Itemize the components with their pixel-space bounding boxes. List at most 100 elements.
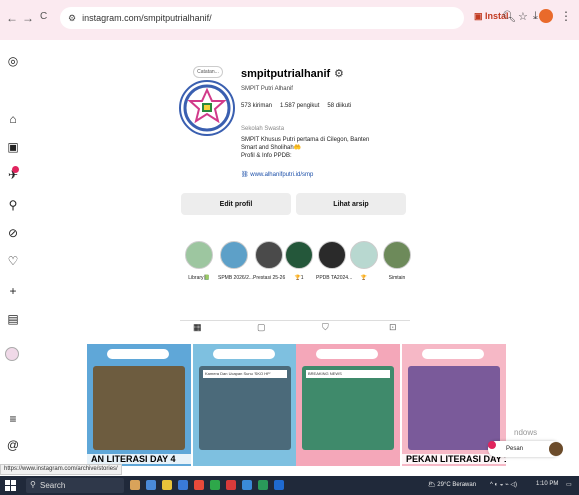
menu-icon[interactable]: ≡ [6, 412, 20, 426]
highlight-item[interactable]: 🏆1 [283, 241, 315, 281]
taskbar-app-icon[interactable] [242, 480, 252, 490]
profile-avatar[interactable] [5, 347, 19, 361]
post-logos-strip [107, 349, 169, 359]
profile-category: Sekolah Swasta [241, 126, 285, 132]
message-avatar[interactable] [549, 442, 563, 456]
highlight-item[interactable]: Prestasi 25-26 [253, 241, 285, 281]
highlight-item[interactable]: 🏆 [348, 241, 380, 281]
star-icon[interactable]: ☆ [518, 10, 528, 23]
highlight-cover [220, 241, 248, 269]
posts-count: 573 kiriman [241, 103, 273, 109]
taskbar-app-icon[interactable] [146, 480, 156, 490]
school-logo [179, 80, 235, 136]
system-tray-icons[interactable]: ^ ◐ ◒ ⌁ ◁) [490, 481, 517, 488]
settings-icon[interactable]: ⚙ [334, 67, 344, 80]
watermark-line: ndows [514, 428, 538, 437]
tagged-tab-icon[interactable]: ⊡ [389, 322, 397, 333]
create-icon[interactable]: + [6, 284, 20, 298]
post-logos-strip [316, 349, 378, 359]
posts-grid-icon[interactable]: ▦ [193, 322, 202, 333]
highlight-label: Library📗 [188, 275, 210, 281]
activate-windows-watermark: ndows [514, 428, 537, 437]
reels-tab-icon[interactable]: ▢ [257, 322, 266, 333]
instagram-sidebar: ◎ ⌂ ▣ ✈ ⚲ ⊘ ♡ + ▤ ≡ @ [0, 40, 24, 470]
explore-icon[interactable]: ⊘ [6, 226, 20, 240]
site-info-icon[interactable]: ⚙ [68, 13, 76, 24]
notifications-icon[interactable]: ▭ [566, 481, 572, 488]
note-bubble[interactable]: Catatan... [193, 66, 223, 78]
taskbar-search[interactable]: ⚲ Search [26, 478, 124, 493]
highlight-label: 🏆 [360, 275, 368, 281]
post-photo [199, 366, 291, 450]
saved-tab-icon[interactable]: ⛉ [322, 322, 329, 333]
heart-icon[interactable]: ♡ [6, 254, 20, 268]
post-photo [302, 366, 394, 450]
highlight-item[interactable]: Library📗 [183, 241, 215, 281]
download-icon[interactable]: ⤓ [533, 10, 538, 23]
post-inner-bar: BREAKING NEWS [306, 370, 390, 378]
messages-badge [488, 441, 496, 449]
highlight-item[interactable]: Simtain [381, 241, 413, 281]
forward-button[interactable]: → [22, 11, 34, 25]
profile-link[interactable]: ⛓ www.alhanifputri.id/smp [241, 171, 313, 178]
search-icon: ⚲ [30, 480, 36, 489]
threads-icon[interactable]: @ [6, 438, 20, 452]
highlight-label: PPDB TA2024... [316, 275, 353, 281]
highlight-cover [318, 241, 346, 269]
taskbar-app-icon[interactable] [226, 480, 236, 490]
post-thumbnail[interactable]: Kamera Dan Ucapan Sunu 'SKO HP' [193, 344, 297, 466]
taskbar-app-icon[interactable] [178, 480, 188, 490]
windows-taskbar: ⚲ Search 🌥 29°C Berawan ^ ◐ ◒ ⌁ ◁) 1:10 … [0, 476, 579, 495]
post-thumbnail[interactable]: AN LITERASI DAY 4 [87, 344, 191, 466]
back-button[interactable]: ← [6, 11, 18, 25]
windows-start-button[interactable] [5, 480, 16, 491]
weather-widget[interactable]: 🌥 29°C Berawan [428, 481, 476, 488]
taskbar-app-icon[interactable] [210, 480, 220, 490]
taskbar-app-icon[interactable] [162, 480, 172, 490]
messages-label: Pesan [506, 446, 524, 452]
dashboard-icon[interactable]: ▤ [6, 312, 20, 326]
profile-real-name: SMPIT Putri Alhanif [241, 86, 293, 92]
zoom-icon[interactable]: 🔍︎ [502, 10, 516, 23]
highlight-cover [350, 241, 378, 269]
browser-profile-avatar[interactable] [539, 9, 553, 23]
view-archive-button[interactable]: Lihat arsip [296, 193, 406, 215]
highlight-label: 🏆1 [294, 275, 304, 281]
instagram-icon[interactable]: ◎ [6, 54, 20, 68]
profile-photo[interactable]: Catatan... [179, 66, 235, 156]
followers-count[interactable]: 1.587 pengikut [280, 103, 319, 109]
profile-link-text: www.alhanifputri.id/smp [250, 172, 314, 178]
profile-stats: 573 kiriman 1.587 pengikut 58 diikuti [241, 103, 351, 109]
highlight-label: Simtain [388, 275, 406, 281]
post-thumbnail[interactable]: BREAKING NEWS [296, 344, 400, 466]
highlight-cover [185, 241, 213, 269]
highlight-item[interactable]: PPDB TA2024... [316, 241, 353, 281]
address-bar[interactable]: ⚙ instagram.com/smpitputrialhanif/ [60, 7, 464, 29]
taskbar-app-icon[interactable] [274, 480, 284, 490]
browser-toolbar: ← → C ⚙ instagram.com/smpitputrialhanif/… [0, 0, 579, 40]
home-icon[interactable]: ⌂ [6, 112, 20, 126]
highlight-cover [383, 241, 411, 269]
following-count[interactable]: 58 diikuti [327, 103, 351, 109]
bio-line: Profil & Info PPDB: [241, 153, 292, 159]
clock[interactable]: 1:10 PM [536, 481, 558, 487]
status-bar-url: https://www.instagram.com/archive/storie… [0, 464, 122, 475]
post-photo [408, 366, 500, 450]
taskbar-app-icon[interactable] [194, 480, 204, 490]
profile-bio: SMPIT Khusus Putri pertama di Cilegon, B… [241, 136, 369, 160]
taskbar-app-icon[interactable] [258, 480, 268, 490]
highlight-label: Prestasi 25-26 [253, 275, 286, 281]
highlight-cover [285, 241, 313, 269]
search-icon[interactable]: ⚲ [6, 198, 20, 212]
reels-icon[interactable]: ▣ [6, 140, 20, 154]
highlight-cover [255, 241, 283, 269]
notification-badge [12, 166, 19, 173]
edit-profile-button[interactable]: Edit profil [181, 193, 291, 215]
taskbar-app-icon[interactable] [130, 480, 140, 490]
post-photo [93, 366, 185, 450]
reload-button[interactable]: C [40, 11, 47, 22]
post-caption: AN LITERASI DAY 4 [87, 454, 191, 464]
post-inner-bar: Kamera Dan Ucapan Sunu 'SKO HP' [203, 370, 287, 378]
highlight-item[interactable]: SPMB 2026/2... [218, 241, 253, 281]
browser-menu-icon[interactable]: ⋮ [560, 9, 572, 23]
